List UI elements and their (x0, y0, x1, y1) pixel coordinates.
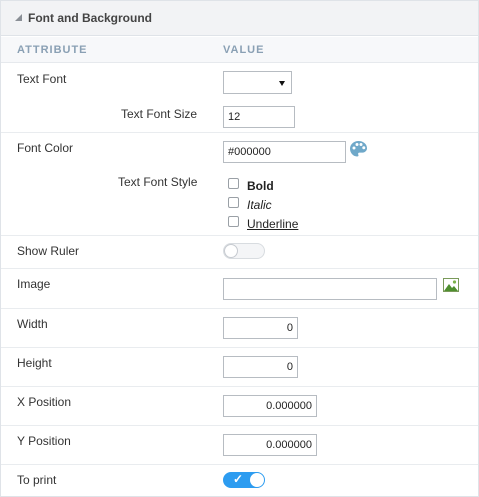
to-print-toggle[interactable]: ✓ (223, 472, 265, 488)
underline-option-label: Underline (247, 217, 299, 231)
value-column-label: VALUE (223, 44, 265, 56)
toggle-knob (224, 244, 238, 258)
text-font-select[interactable] (223, 71, 292, 94)
image-icon[interactable] (443, 278, 459, 295)
toggle-knob (250, 473, 264, 487)
collapse-triangle-icon[interactable] (15, 14, 22, 21)
text-font-size-label: Text Font Size (121, 107, 198, 121)
bold-option-label: Bold (247, 179, 274, 193)
width-input[interactable] (223, 317, 298, 339)
text-font-label: Text Font (17, 72, 67, 86)
y-position-input[interactable] (223, 434, 317, 456)
section-title: Font and Background (28, 11, 152, 25)
row-to-print: To print ✓ (1, 465, 478, 496)
underline-checkbox[interactable] (228, 216, 239, 227)
checkmark-icon: ✓ (233, 472, 244, 486)
row-x-position: X Position (1, 387, 478, 426)
show-ruler-toggle[interactable] (223, 243, 265, 259)
height-input[interactable] (223, 356, 298, 378)
show-ruler-label: Show Ruler (17, 244, 80, 258)
italic-option-label: Italic (247, 198, 272, 212)
y-position-label: Y Position (17, 434, 71, 448)
row-height: Height (1, 348, 478, 387)
width-label: Width (17, 317, 48, 331)
section-header[interactable]: Font and Background (1, 1, 478, 36)
column-header: ATTRIBUTE VALUE (1, 37, 478, 63)
x-position-label: X Position (17, 395, 72, 409)
text-font-style-label: Text Font Style (118, 175, 198, 189)
font-color-label: Font Color (17, 141, 74, 155)
chevron-down-icon (279, 81, 285, 86)
font-color-input[interactable] (223, 141, 346, 163)
row-show-ruler: Show Ruler (1, 236, 478, 269)
attribute-column-label: ATTRIBUTE (17, 44, 88, 56)
to-print-label: To print (17, 473, 57, 487)
row-y-position: Y Position (1, 426, 478, 465)
row-image: Image (1, 269, 478, 309)
font-background-panel: Font and Background ATTRIBUTE VALUE Text… (0, 0, 479, 497)
bold-checkbox[interactable] (228, 178, 239, 189)
text-font-size-input[interactable] (223, 106, 295, 128)
row-width: Width (1, 309, 478, 348)
row-text-font: Text Font Text Font Size (1, 63, 478, 133)
x-position-input[interactable] (223, 395, 317, 417)
height-label: Height (17, 356, 52, 370)
row-font-color: Font Color Text Font Style Bold Italic U… (1, 133, 478, 236)
italic-checkbox[interactable] (228, 197, 239, 208)
image-label: Image (17, 277, 51, 291)
image-input[interactable] (223, 278, 437, 300)
palette-icon[interactable] (349, 140, 368, 161)
